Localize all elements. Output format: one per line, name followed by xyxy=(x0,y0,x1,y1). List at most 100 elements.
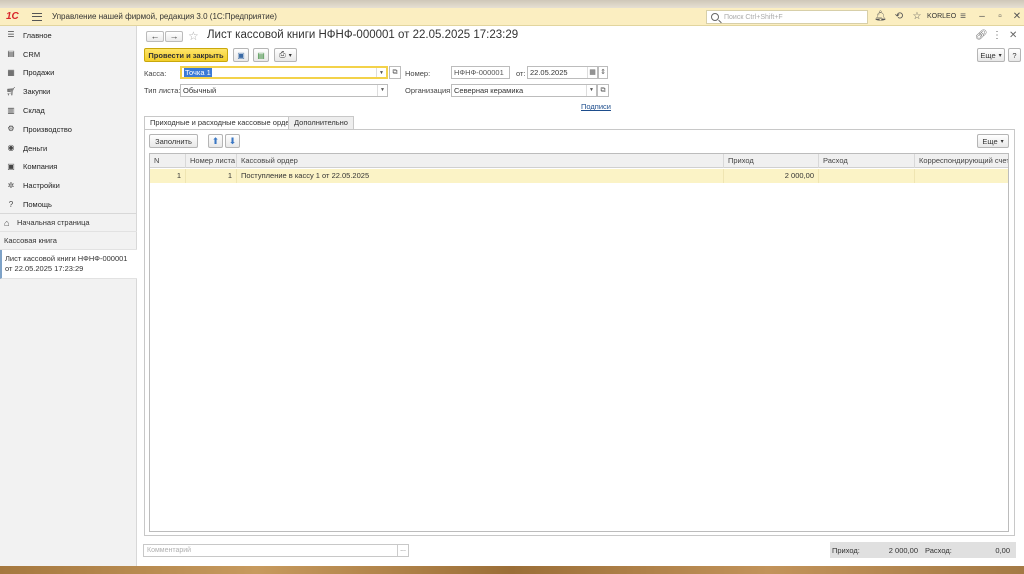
cell-expense[interactable] xyxy=(819,169,915,183)
open-organization-button[interactable]: ⧉ xyxy=(597,84,609,97)
move-up-button[interactable]: ⬆ xyxy=(208,134,223,148)
app-title: Управление нашей фирмой, редакция 3.0 (1… xyxy=(52,12,277,21)
app-logo: 1С xyxy=(6,11,19,22)
arrow-up-icon: ⬆ xyxy=(211,135,220,146)
chevron-down-icon: ▾ xyxy=(998,52,1002,59)
main-menu-icon[interactable] xyxy=(32,12,42,21)
comment-edit-button[interactable]: ... xyxy=(397,545,408,556)
kassa-field[interactable]: Точка 1 ▼ xyxy=(180,66,388,79)
section-company[interactable]: ▣ Компания xyxy=(0,158,136,177)
user-name[interactable]: KORLEO xyxy=(927,13,956,20)
post-document-icon: ▤ xyxy=(257,50,265,60)
section-purchases[interactable]: 🛒︎ Закупки xyxy=(0,82,136,101)
section-money[interactable]: ◉ Деньги xyxy=(0,139,136,158)
close-form-icon[interactable]: ✕ xyxy=(1009,30,1017,41)
cell-sheet-number[interactable]: 1 xyxy=(186,169,237,183)
cell-corr-account[interactable] xyxy=(915,169,1008,183)
totals-bar: Приход: 2 000,00 Расход: 0,00 xyxy=(830,542,1016,558)
cell-cash-order[interactable]: Поступление в кассу 1 от 22.05.2025 xyxy=(237,169,724,183)
section-main[interactable]: ☰ Главное xyxy=(0,26,136,45)
section-sales[interactable]: ▦ Продажи xyxy=(0,64,136,83)
minimize-icon[interactable]: – xyxy=(976,11,988,23)
move-down-button[interactable]: ⬇ xyxy=(225,134,240,148)
close-icon[interactable]: ✕ xyxy=(1011,11,1023,23)
date-label: от: xyxy=(516,69,526,78)
home-icon: ⌂ xyxy=(4,217,10,228)
column-header-expense[interactable]: Расход xyxy=(819,154,915,168)
search-input[interactable]: Поиск Ctrl+Shift+F xyxy=(706,10,868,24)
column-header-sheet-number[interactable]: Номер листа xyxy=(186,154,237,168)
table-header: N Номер листа Кассовый ордер Приход Расх… xyxy=(150,154,1008,168)
sections-panel: ☰ Главное ▤ CRM ▦ Продажи 🛒︎ Закупки ▥ Склад … xyxy=(0,26,137,566)
section-warehouse[interactable]: ▥ Склад xyxy=(0,101,136,120)
save-icon: ▣ xyxy=(237,50,245,60)
calendar-icon[interactable]: ▦ xyxy=(587,67,597,78)
forward-button[interactable]: → xyxy=(165,31,183,42)
money-icon: ◉ xyxy=(7,143,15,153)
form-title: Лист кассовой книги НФНФ-000001 от 22.05… xyxy=(207,29,519,41)
table-more-button[interactable]: Еще ▾ xyxy=(977,134,1009,148)
open-window-cash-book[interactable]: Кассовая книга xyxy=(0,232,137,250)
number-field[interactable]: НФНФ-000001 xyxy=(451,66,510,79)
table-row[interactable]: 1 1 Поступление в кассу 1 от 22.05.2025 … xyxy=(150,169,1008,183)
bell-icon[interactable]: 🔔︎ xyxy=(874,11,887,23)
settings-menu-icon[interactable]: ≡ xyxy=(957,11,969,23)
sheet-type-field[interactable]: Обычный ▼ xyxy=(180,84,388,97)
print-button[interactable]: ⎙ ▾ xyxy=(274,48,297,62)
kassa-label: Касса: xyxy=(144,69,167,78)
section-crm[interactable]: ▤ CRM xyxy=(0,45,136,64)
column-header-income[interactable]: Приход xyxy=(724,154,819,168)
save-button[interactable]: ▣ xyxy=(233,48,249,62)
post-and-close-button[interactable]: Провести и закрыть xyxy=(144,48,228,62)
cell-n[interactable]: 1 xyxy=(150,169,186,183)
totals-income-value: 2 000,00 xyxy=(888,546,918,555)
comment-field[interactable]: Комментарий ... xyxy=(143,544,409,557)
column-header-n[interactable]: N xyxy=(150,154,186,168)
organization-field[interactable]: Северная керамика ▼ xyxy=(451,84,597,97)
document-form: ← → ☆ Лист кассовой книги НФНФ-000001 от… xyxy=(138,26,1024,566)
back-button[interactable]: ← xyxy=(146,31,164,42)
chevron-down-icon[interactable]: ▼ xyxy=(586,85,596,96)
history-icon[interactable]: ⟲ xyxy=(893,11,905,23)
sheet-type-label: Тип листа: xyxy=(144,86,181,95)
open-window-home[interactable]: ⌂ Начальная страница xyxy=(0,214,137,232)
section-settings[interactable]: ✲ Настройки xyxy=(0,176,136,195)
cash-orders-table: N Номер листа Кассовый ордер Приход Расх… xyxy=(149,153,1009,532)
date-spinner[interactable]: ⇕ xyxy=(598,66,608,79)
chevron-down-icon[interactable]: ▼ xyxy=(377,85,387,96)
purchases-icon: 🛒︎ xyxy=(6,86,17,96)
menu-icon: ☰ xyxy=(7,30,15,40)
arrow-down-icon: ⬇ xyxy=(228,135,237,146)
signatures-link[interactable]: Подписи xyxy=(581,102,611,111)
chevron-down-icon: ▾ xyxy=(288,52,292,59)
chevron-down-icon[interactable]: ▼ xyxy=(376,68,386,77)
date-field[interactable]: 22.05.2025 ▦ xyxy=(527,66,598,79)
background-wood-strip xyxy=(0,566,1024,574)
column-header-cash-order[interactable]: Кассовый ордер xyxy=(237,154,724,168)
crm-icon: ▤ xyxy=(7,49,15,59)
form-more-button[interactable]: Еще ▾ xyxy=(977,48,1005,62)
section-production[interactable]: ⚙︎ Производство xyxy=(0,120,136,139)
tab-additional[interactable]: Дополнительно xyxy=(288,116,354,129)
fill-button[interactable]: Заполнить xyxy=(149,134,198,148)
help-button[interactable]: ? xyxy=(1008,48,1021,62)
favorites-star-icon[interactable]: ☆ xyxy=(911,11,923,23)
printer-icon: ⎙ xyxy=(279,50,286,59)
organization-label: Организация: xyxy=(405,86,453,95)
more-actions-icon[interactable]: ⋮ xyxy=(992,30,1002,41)
totals-income-label: Приход: xyxy=(832,546,860,555)
tab-cash-orders[interactable]: Приходные и расходные кассовые ордера xyxy=(144,116,304,130)
cell-income[interactable]: 2 000,00 xyxy=(724,169,819,183)
gear-icon: ✲ xyxy=(7,180,15,190)
open-kassa-button[interactable]: ⧉ xyxy=(389,66,401,79)
restore-icon[interactable]: ▫ xyxy=(994,11,1006,23)
post-button[interactable]: ▤ xyxy=(253,48,269,62)
section-help[interactable]: ? Помощь xyxy=(0,195,136,214)
open-windows-list: ⌂ Начальная страница Кассовая книга Лист … xyxy=(0,213,137,279)
favorite-star-icon[interactable]: ☆ xyxy=(188,29,199,43)
link-icon[interactable]: 🔗︎ xyxy=(975,30,988,41)
column-header-corr-account[interactable]: Корреспондирующий счет xyxy=(915,154,1008,168)
open-window-current[interactable]: Лист кассовой книги НФНФ-000001 от 22.05… xyxy=(0,250,137,279)
window-top-strip xyxy=(0,0,1024,8)
totals-expense-label: Расход: xyxy=(925,546,952,555)
